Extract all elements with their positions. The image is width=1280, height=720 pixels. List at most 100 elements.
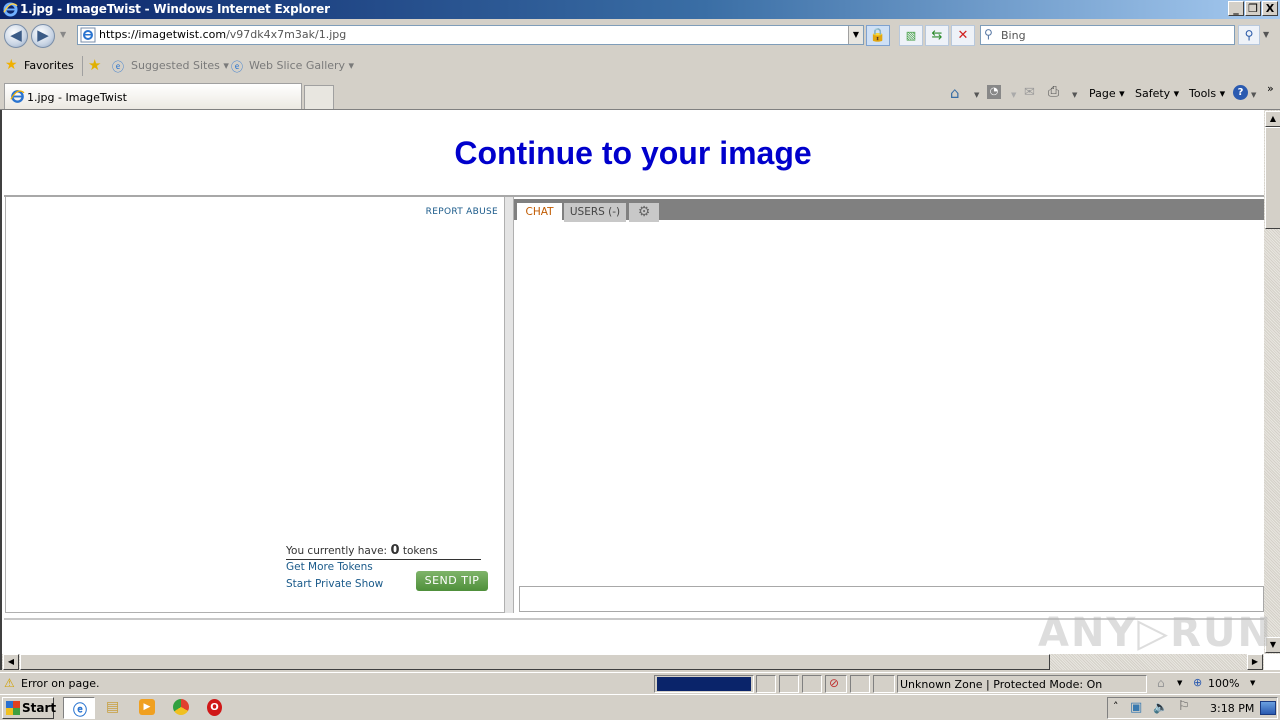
show-desktop-button[interactable] <box>1260 701 1276 715</box>
zoom-icon: ⊕ <box>1193 676 1203 689</box>
new-tab-button[interactable] <box>304 85 334 109</box>
ie-page-icon: ⓔ <box>112 60 125 74</box>
close-window-button[interactable]: X <box>1262 1 1278 16</box>
help-icon[interactable]: ? <box>1233 85 1248 100</box>
zoom-level[interactable]: 100% <box>1208 677 1239 690</box>
favorites-button[interactable]: Favorites <box>24 59 74 72</box>
action-center-flag-icon[interactable]: ⚐ <box>1178 699 1190 714</box>
search-options-dropdown[interactable]: ▼ <box>1263 30 1269 39</box>
history-dropdown-icon[interactable]: ▼ <box>60 30 66 39</box>
chrome-icon[interactable] <box>173 699 189 715</box>
warning-icon[interactable]: ⚠ <box>4 676 15 690</box>
navigation-bar: ◀ ▶ ▼ https://imagetwist.com/v97dk4x7m3a… <box>0 19 1280 52</box>
tab-label: 1.jpg - ImageTwist <box>27 91 127 104</box>
window-title: 1.jpg - ImageTwist - Windows Internet Ex… <box>20 2 330 16</box>
send-tip-button[interactable]: SEND TIP <box>416 571 488 591</box>
page-viewport: Continue to your image REPORT ABUSE You … <box>0 110 1280 670</box>
settings-tab[interactable]: ⚙ <box>629 203 659 222</box>
show-hidden-icons-button[interactable]: ˄ <box>1113 700 1119 713</box>
back-arrow-icon: ◀ <box>10 26 22 44</box>
file-explorer-icon[interactable]: ▤ <box>106 699 119 715</box>
print-dropdown-icon[interactable]: ▼ <box>1072 91 1077 99</box>
home-icon[interactable]: ⌂ <box>950 84 960 102</box>
zone-pane[interactable]: Unknown Zone | Protected Mode: On <box>897 675 1147 693</box>
privacy-pane[interactable]: ⊘ <box>825 675 847 693</box>
compatibility-view-button[interactable]: ▧ <box>899 25 923 46</box>
ie-tab-icon <box>10 90 25 103</box>
search-input[interactable]: ⚲ Bing <box>980 25 1235 45</box>
get-more-tokens-link[interactable]: Get More Tokens <box>286 561 373 573</box>
forward-arrow-icon: ▶ <box>37 26 49 44</box>
tools-menu[interactable]: Tools ▾ <box>1189 87 1225 100</box>
print-icon[interactable]: ⎙ <box>1048 84 1059 100</box>
security-lock-button[interactable]: 🔒 <box>866 25 890 46</box>
lock-icon: 🔒 <box>869 28 887 43</box>
feed-dropdown-icon[interactable]: ▼ <box>1011 91 1016 99</box>
url-text[interactable]: https://imagetwist.com/v97dk4x7m3ak/1.jp… <box>99 28 346 41</box>
address-dropdown-button[interactable]: ▼ <box>848 26 863 44</box>
help-dropdown-icon[interactable]: ▼ <box>1251 91 1256 99</box>
add-to-favorites-icon[interactable]: ★ <box>88 56 101 74</box>
system-tray: ˄ ▣ 🔈 ⚐ 3:18 PM <box>1107 697 1278 719</box>
chat-tab-bar: CHAT USERS (-) ⚙ <box>514 199 1264 222</box>
separator <box>82 56 83 76</box>
restore-button[interactable]: ❐ <box>1245 1 1261 16</box>
status-message[interactable]: Error on page. <box>21 677 99 690</box>
minimize-button[interactable]: _ <box>1228 1 1244 16</box>
ie-logo-icon <box>3 2 18 17</box>
scroll-right-button[interactable]: ▶ <box>1247 654 1263 670</box>
start-button[interactable]: Start <box>2 697 56 719</box>
forward-button[interactable]: ▶ <box>31 24 55 48</box>
more-commands-chevron[interactable]: » <box>1267 82 1274 95</box>
report-abuse-link[interactable]: REPORT ABUSE <box>426 207 498 217</box>
chat-panel: CHAT USERS (-) ⚙ <box>514 197 1264 613</box>
horizontal-scroll-thumb[interactable] <box>20 654 1050 670</box>
web-slice-gallery-link[interactable]: Web Slice Gallery ▾ <box>249 59 354 72</box>
taskbar: Start ⓔ ▤ ▶ O ˄ ▣ 🔈 ⚐ 3:18 PM <box>0 694 1280 720</box>
panel-divider <box>505 197 514 613</box>
search-icon: ⚲ <box>984 27 993 41</box>
media-player-icon[interactable]: ▶ <box>139 699 155 715</box>
zone-dropdown-icon[interactable]: ▼ <box>1177 679 1182 687</box>
page-menu[interactable]: Page ▾ <box>1089 87 1125 100</box>
token-balance: You currently have: 0 tokens <box>286 543 481 560</box>
chat-message-input[interactable] <box>519 586 1264 612</box>
horizontal-scrollbar[interactable]: ◀ ▶ <box>2 654 1264 670</box>
safety-menu[interactable]: Safety ▾ <box>1135 87 1179 100</box>
scroll-up-button[interactable]: ▲ <box>1265 111 1280 127</box>
mail-icon[interactable]: ✉ <box>1024 85 1035 100</box>
gear-icon: ⚙ <box>637 204 651 220</box>
home-dropdown-icon[interactable]: ▼ <box>974 91 979 99</box>
vertical-scroll-thumb[interactable] <box>1265 127 1280 229</box>
window-title-bar: 1.jpg - ImageTwist - Windows Internet Ex… <box>0 0 1280 19</box>
continue-to-image-link[interactable]: Continue to your image <box>2 135 1264 172</box>
magnifier-icon: ⚲ <box>1244 28 1254 42</box>
clock[interactable]: 3:18 PM <box>1210 702 1254 715</box>
scroll-left-button[interactable]: ◀ <box>3 654 19 670</box>
tab-users[interactable]: USERS (-) <box>564 203 626 222</box>
browser-tab-active[interactable]: 1.jpg - ImageTwist <box>4 83 302 109</box>
back-button[interactable]: ◀ <box>4 24 28 48</box>
volume-icon[interactable]: 🔈 <box>1153 700 1168 714</box>
taskbar-ie-button[interactable]: ⓔ <box>63 697 95 719</box>
network-icon[interactable]: ▣ <box>1130 700 1142 715</box>
status-pane <box>802 675 822 693</box>
address-bar[interactable]: https://imagetwist.com/v97dk4x7m3ak/1.jp… <box>77 25 864 45</box>
status-pane <box>756 675 776 693</box>
stop-button[interactable]: ✕ <box>951 25 975 46</box>
opera-icon[interactable]: O <box>207 699 222 716</box>
stop-icon: ✕ <box>957 28 969 43</box>
compatibility-icon: ▧ <box>905 29 917 42</box>
zoom-dropdown-icon[interactable]: ▼ <box>1250 679 1255 687</box>
vertical-scrollbar[interactable]: ▲ ▼ <box>1264 110 1280 654</box>
tab-strip: 1.jpg - ImageTwist ⌂ ▼ ◔ ▼ ✉ ⎙ ▼ Page ▾ … <box>0 80 1280 110</box>
search-button[interactable]: ⚲ <box>1238 25 1260 45</box>
refresh-button[interactable]: ⇆ <box>925 25 949 46</box>
suggested-sites-link[interactable]: Suggested Sites ▾ <box>131 59 229 72</box>
rss-feed-icon[interactable]: ◔ <box>987 85 1001 99</box>
start-private-show-link[interactable]: Start Private Show <box>286 578 383 590</box>
tokens-count: 0 <box>390 543 400 558</box>
status-bar: ⚠ Error on page. ⊘ Unknown Zone | Protec… <box>0 672 1280 694</box>
tab-chat[interactable]: CHAT <box>517 203 562 222</box>
security-zone-icon[interactable]: ⌂ <box>1157 676 1165 690</box>
